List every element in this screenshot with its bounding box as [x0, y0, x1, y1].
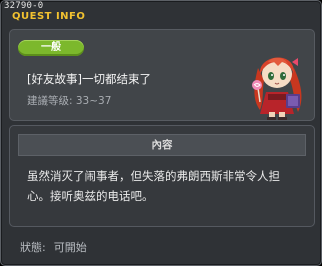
quest-summary-card: 一般 [好友故事]一切都结束了 建議等级: 33~37 — [9, 29, 315, 121]
quest-name: [好友故事]一切都结束了 — [27, 72, 151, 86]
npc-portrait — [252, 57, 302, 120]
window-title: QUEST INFO — [12, 11, 86, 22]
status-value: 可開始 — [53, 241, 87, 254]
quest-info-window: 32790-0 QUEST INFO 一般 [好友故事]一切都结束了 建議等级:… — [0, 0, 322, 266]
category-badge: 一般 — [18, 40, 84, 56]
recommended-level: 建議等级: 33~37 — [27, 95, 112, 107]
status-label: 狀態: — [20, 241, 46, 254]
quest-id: 32790-0 — [4, 1, 44, 11]
content-panel: 內容 虽然消灭了闹事者，但失落的弗朗西斯非常令人担心。接听奥兹的电话吧。 — [9, 125, 315, 227]
content-header: 內容 — [18, 134, 306, 156]
status-line: 狀態: 可開始 — [20, 239, 87, 255]
content-text: 虽然消灭了闹事者，但失落的弗朗西斯非常令人担心。接听奥兹的电话吧。 — [27, 169, 280, 203]
